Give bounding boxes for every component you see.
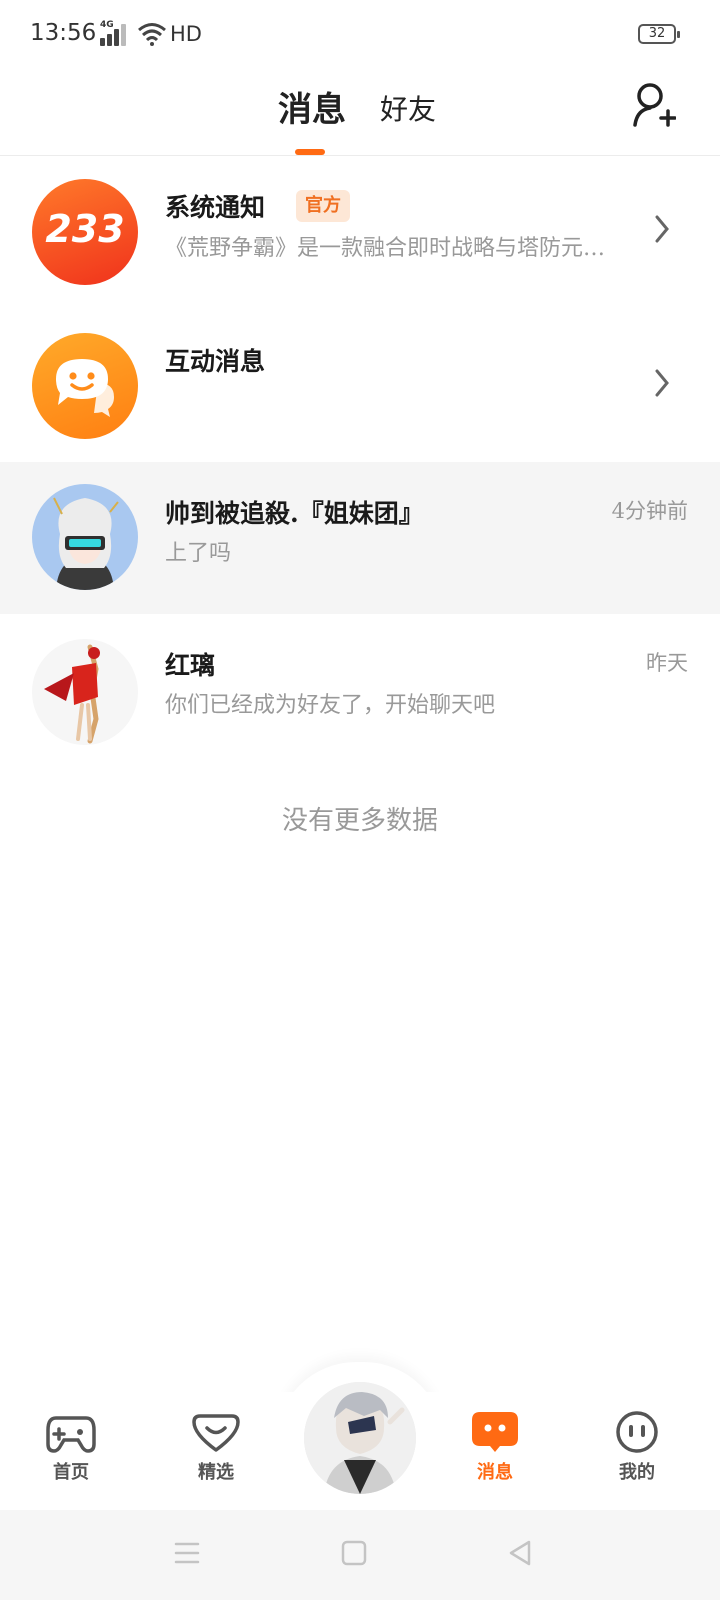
hd-label: HD [170,22,202,46]
wifi-icon [138,23,166,46]
conversation-friend[interactable]: 红璃 你们已经成为好友了，开始聊天吧 昨天 [0,614,720,768]
chevron-right-icon [655,215,669,243]
nav-messages[interactable]: 消息 [445,1410,545,1484]
conversation-group[interactable]: 帅到被追殺.『姐妹团』 上了吗 4分钟前 [0,462,720,614]
nav-label: 首页 [53,1462,89,1483]
status-bar: 13:56 4G HD 32 [0,0,720,70]
chat-bubble-icon [56,359,114,417]
tab-messages[interactable]: 消息 [278,82,346,131]
no-more-data-text: 没有更多数据 [281,806,438,836]
nav-featured[interactable]: 精选 [166,1410,266,1484]
nav-home[interactable]: 首页 [21,1410,121,1484]
center-avatar[interactable] [304,1382,416,1494]
tab-friends[interactable]: 好友 [380,88,436,128]
signal-icon: 4G [100,20,130,46]
conversation-system-notice[interactable]: 233 系统通知 《荒野争霸》是一款融合即时战略与塔防元… [0,154,720,308]
gamepad-icon [46,1416,96,1453]
conversation-name: 帅到被追殺.『姐妹团』 [165,499,424,528]
nav-label: 消息 [477,1462,513,1483]
conversation-time: 昨天 [646,651,688,675]
system-nav-bar [0,1510,720,1600]
add-friend-icon[interactable] [632,82,676,128]
nav-label: 精选 [198,1462,234,1483]
conversation-interactions[interactable]: 互动消息 [0,308,720,462]
menu-icon[interactable] [174,1540,200,1566]
conversation-preview: 你们已经成为好友了，开始聊天吧 [165,693,496,718]
home-square-icon[interactable] [341,1540,367,1566]
conversation-name: 红璃 [165,651,216,680]
back-triangle-icon[interactable] [507,1540,533,1566]
message-icon [472,1412,518,1452]
nav-profile[interactable]: 我的 [587,1410,687,1484]
status-time: 13:56 [30,20,97,46]
heart-icon [192,1414,240,1452]
conversation-preview: 《荒野争霸》是一款融合即时战略与塔防元… [165,236,606,261]
conversation-name: 互动消息 [165,347,266,376]
conversation-preview: 上了吗 [165,541,232,566]
avatar-interactions [32,333,138,439]
face-icon [616,1411,658,1453]
network-type: 4G [100,20,114,30]
nav-label: 我的 [619,1462,655,1483]
battery-icon: 32 [638,24,680,44]
conversation-name: 系统通知 [165,193,266,222]
conversation-time: 4分钟前 [611,499,688,523]
header: 消息 好友 [0,70,720,156]
chevron-right-icon [655,369,669,397]
avatar-233-text: 233 [45,207,125,251]
official-badge: 官方 [296,190,350,222]
avatar [32,639,138,745]
avatar-233: 233 [32,179,138,285]
avatar [32,484,138,590]
